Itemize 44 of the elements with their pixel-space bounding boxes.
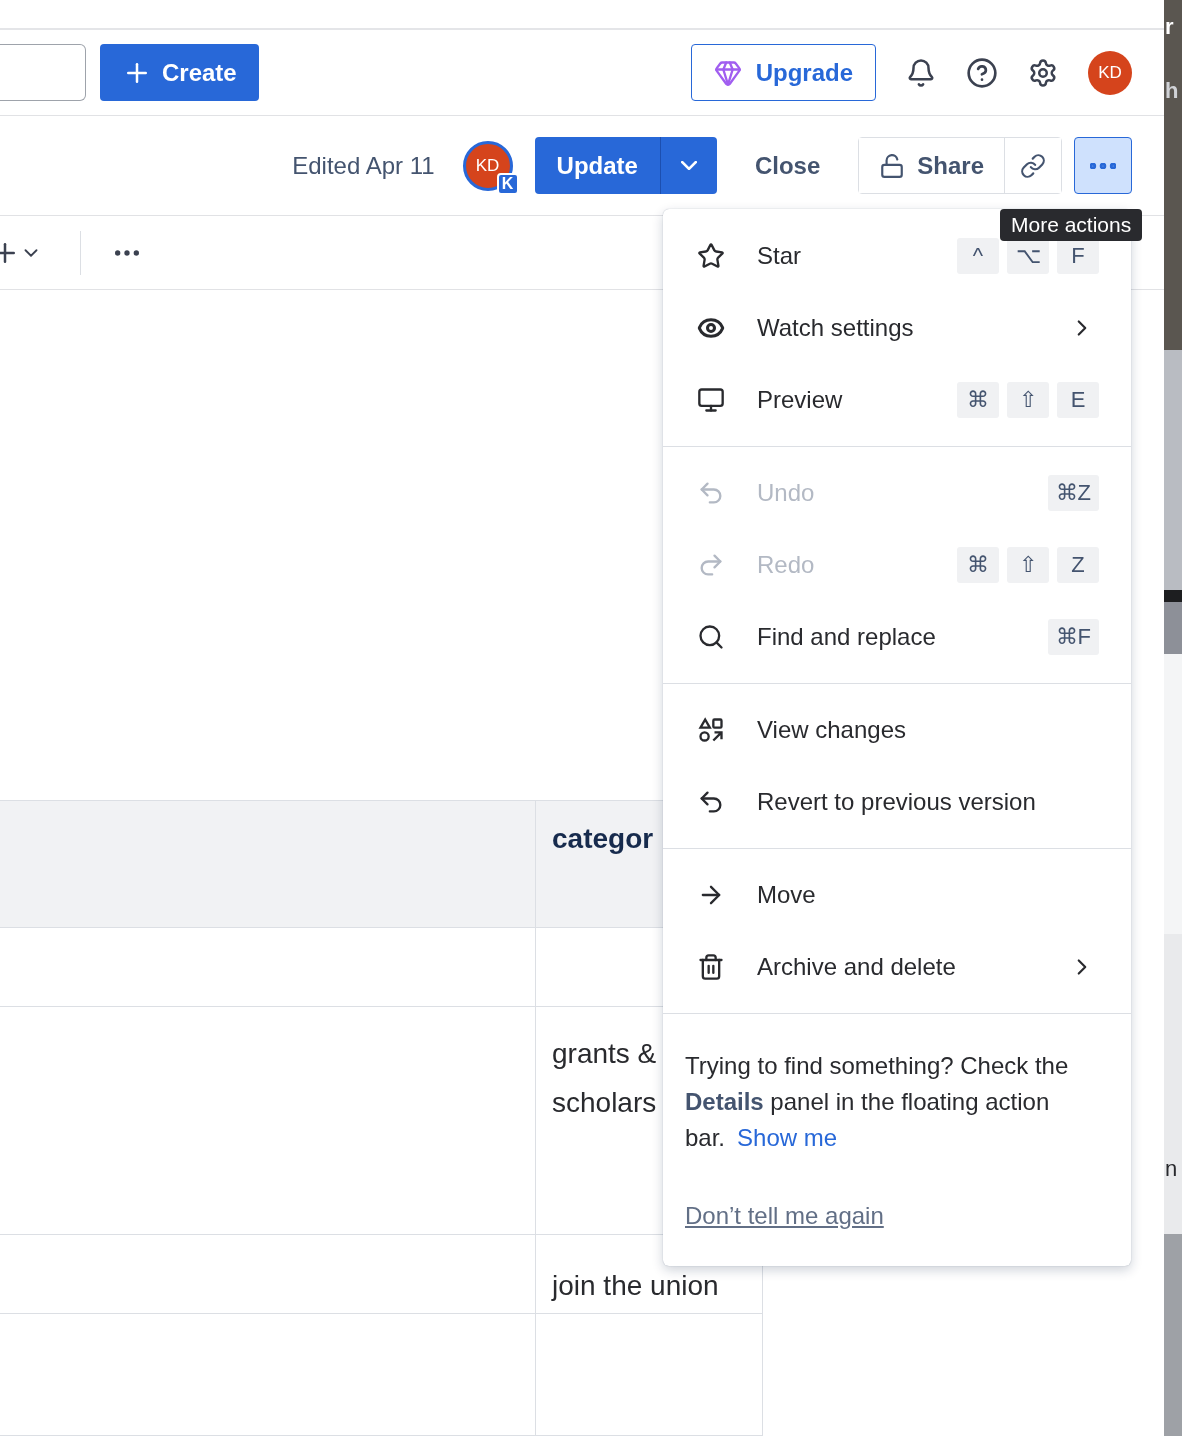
shortcut-key: ^ [957, 238, 999, 274]
ellipsis-icon [1090, 162, 1116, 169]
bell-icon[interactable] [906, 57, 936, 88]
more-actions-button[interactable] [1074, 137, 1132, 194]
edited-date: Edited Apr 11 [292, 151, 435, 180]
menu-item[interactable]: Star [757, 242, 801, 270]
gem-icon [713, 58, 742, 87]
window-text: r [1165, 14, 1174, 40]
create-button[interactable]: Create [100, 44, 259, 101]
shortcut-key: ⌘F [1047, 619, 1099, 655]
menu-item[interactable]: Revert to previous version [757, 788, 1036, 816]
column-header: categor [552, 823, 654, 854]
link-icon [1020, 152, 1046, 179]
shortcut-key: Z [1057, 547, 1099, 583]
menu-item[interactable]: Move [757, 881, 816, 909]
shortcut-key: ⇧ [1007, 382, 1049, 418]
menu-item[interactable]: Archive and delete [757, 953, 956, 981]
settings-icon[interactable] [1028, 57, 1058, 88]
user-avatar[interactable]: KD [1088, 50, 1132, 95]
menu-item[interactable]: View changes [757, 716, 906, 744]
update-button[interactable]: Update [534, 137, 660, 194]
menu-item[interactable]: Watch settings [757, 314, 914, 342]
monitor-icon [697, 386, 725, 414]
close-button[interactable]: Close [748, 150, 827, 181]
window-text: h [1165, 78, 1179, 104]
unlock-icon [879, 152, 906, 179]
upgrade-button[interactable]: Upgrade [690, 44, 876, 101]
shortcut-key: ⌘ [957, 547, 999, 583]
search-icon [697, 623, 725, 651]
menu-item[interactable]: Preview [757, 386, 843, 414]
shapes-icon [697, 716, 725, 744]
search-field[interactable] [0, 44, 86, 101]
shortcut-key: ⇧ [1007, 547, 1049, 583]
tooltip: More actions [1000, 209, 1143, 241]
shortcut-key: E [1057, 382, 1099, 418]
help-icon[interactable] [966, 56, 998, 89]
shortcut-key: ⌘ [957, 382, 999, 418]
caret-icon [680, 161, 697, 170]
trash-icon [697, 953, 725, 981]
shortcut-key: ⌘Z [1047, 475, 1099, 511]
window-text: n [1165, 1156, 1178, 1182]
star-icon [697, 242, 725, 270]
menu-item[interactable]: Find and replace [757, 623, 936, 651]
share-button[interactable]: Share [859, 138, 1005, 193]
